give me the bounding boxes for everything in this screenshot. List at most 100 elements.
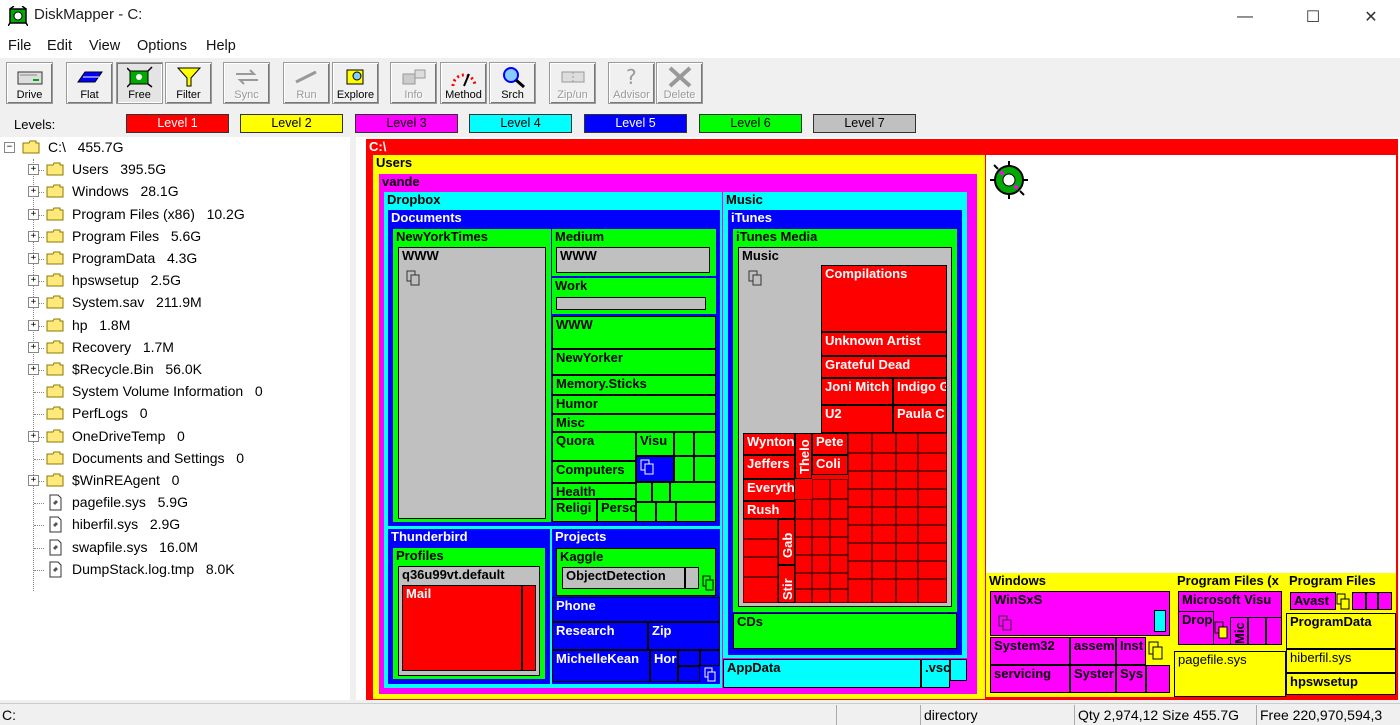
free-button[interactable]: Free [116,62,163,104]
treemap-wynton[interactable]: Wynton [743,433,795,455]
treemap-cell[interactable] [812,573,830,589]
delete-button[interactable]: Delete [656,62,703,104]
tree-item[interactable]: + hpswsetup 2.5G [0,270,340,292]
treemap-cell[interactable] [918,543,947,561]
treemap-everything[interactable]: Everyth [743,479,795,501]
tree-item[interactable]: PerfLogs 0 [0,403,340,425]
treemap-humor[interactable]: Humor [552,395,716,414]
treemap-cell[interactable] [812,537,830,555]
tree-item[interactable]: + OneDriveTemp 0 [0,426,340,448]
tree-root[interactable]: − C:\ 455.7G [0,137,340,159]
menu-view[interactable]: View [89,38,120,54]
tree-item[interactable]: + Windows 28.1G [0,181,340,203]
tree-item[interactable]: + System.sav 211.9M [0,292,340,314]
expand-icon[interactable]: + [28,275,39,287]
tree-item[interactable]: Documents and Settings 0 [0,448,340,470]
sync-button[interactable]: Sync [223,62,270,104]
expand-icon[interactable]: + [28,253,39,264]
level-2-swatch[interactable]: Level 2 [240,114,343,133]
expand-icon[interactable]: + [28,475,39,486]
treemap-free-space[interactable] [986,155,1396,573]
advisor-button[interactable]: ? Advisor [608,62,655,104]
tree-item[interactable]: + $Recycle.Bin 56.0K [0,359,340,381]
treemap-work-sub[interactable] [556,297,706,310]
treemap-installer[interactable]: Inst [1116,637,1146,665]
expand-icon[interactable]: + [28,230,39,242]
treemap-cell[interactable] [743,577,778,603]
treemap-cell[interactable] [795,573,812,589]
tree-item[interactable]: DumpStack.log.tmp 8.0K [0,559,340,581]
level-7-swatch[interactable]: Level 7 [813,114,916,133]
treemap-cell[interactable] [872,507,896,525]
collapse-icon[interactable]: − [4,142,15,153]
treemap-cell[interactable] [918,507,947,525]
filter-button[interactable]: Filter [165,62,212,104]
treemap-cell[interactable] [848,453,872,471]
treemap-cell[interactable] [872,561,896,579]
treemap-stir[interactable]: Stir [778,565,795,603]
treemap-cell[interactable] [656,502,676,522]
treemap-cell[interactable] [830,479,848,499]
treemap-cell[interactable] [1146,665,1170,693]
treemap-cell[interactable] [896,433,918,453]
treemap-cell[interactable] [830,555,848,573]
treemap-phone[interactable]: Phone [552,597,720,622]
tree-item[interactable]: pagefile.sys 5.9G [0,492,340,514]
tree-item[interactable]: + Program Files (x86) 10.2G [0,204,340,226]
level-3-swatch[interactable]: Level 3 [355,114,458,133]
level-5-swatch[interactable]: Level 5 [584,114,687,133]
treemap-www-folder[interactable]: WWW [398,247,546,519]
treemap-cell[interactable] [848,561,872,579]
tree-item[interactable]: + ProgramData 4.3G [0,248,340,270]
treemap-pagefile[interactable]: pagefile.sys [1174,651,1286,697]
treemap-cell[interactable] [872,525,896,543]
treemap-cell[interactable] [872,579,896,603]
treemap-mail[interactable]: Mail [402,585,522,671]
treemap-view[interactable]: C:\ Users vande Dropbox Documents NewYor… [356,137,1400,700]
treemap-cell[interactable] [670,482,716,502]
treemap-cell[interactable] [896,507,918,525]
tree-item[interactable]: swapfile.sys 16.0M [0,537,340,559]
treemap-cell[interactable] [812,499,830,519]
info-button[interactable]: Info [390,62,437,104]
treemap-cell[interactable] [896,543,918,561]
treemap-health[interactable]: Health [552,483,636,499]
treemap-cell[interactable] [830,537,848,555]
tree-item[interactable]: + $WinREAgent 0 [0,470,340,492]
treemap-cell[interactable] [1352,592,1366,610]
run-button[interactable]: Run [283,62,330,104]
method-button[interactable]: Method [440,62,487,104]
treemap-cell[interactable] [795,589,812,603]
treemap-cell[interactable] [830,499,848,519]
treemap-cell[interactable] [918,471,947,489]
treemap-cell[interactable] [795,519,812,537]
treemap-cell[interactable] [795,499,812,519]
treemap-cell[interactable] [896,489,918,507]
treemap-www2[interactable]: WWW [552,316,716,349]
expand-icon[interactable]: + [28,430,39,442]
treemap-cell[interactable] [830,519,848,537]
treemap-u2[interactable]: U2 [821,405,893,433]
treemap-cell[interactable] [848,433,872,453]
menu-file[interactable]: File [8,38,31,54]
treemap-cell[interactable] [812,589,830,603]
zip-button[interactable]: Zip/un [549,62,596,104]
drive-button[interactable]: Drive [6,62,53,104]
treemap-cell[interactable] [678,666,700,682]
treemap-cell[interactable] [872,471,896,489]
treemap-grateful-dead[interactable]: Grateful Dead [821,356,947,378]
treemap-michellekean[interactable]: MichelleKean [552,650,650,682]
treemap-dropbox-pf[interactable]: Drop [1178,611,1214,645]
treemap-cell[interactable] [1248,617,1266,645]
treemap-cell[interactable] [812,479,830,499]
treemap-indigo[interactable]: Indigo G [893,378,947,405]
treemap-jefferson[interactable]: Jeffers [743,455,795,479]
treemap-cell[interactable] [694,456,716,482]
treemap-cell[interactable] [1266,617,1282,645]
tree-item[interactable]: System Volume Information 0 [0,381,340,403]
treemap-cell[interactable] [896,561,918,579]
treemap-winsxs[interactable]: WinSxS [990,591,1170,636]
treemap-misc[interactable]: Misc [552,414,716,432]
expand-icon[interactable]: + [28,164,39,176]
treemap-cell[interactable] [918,561,947,579]
